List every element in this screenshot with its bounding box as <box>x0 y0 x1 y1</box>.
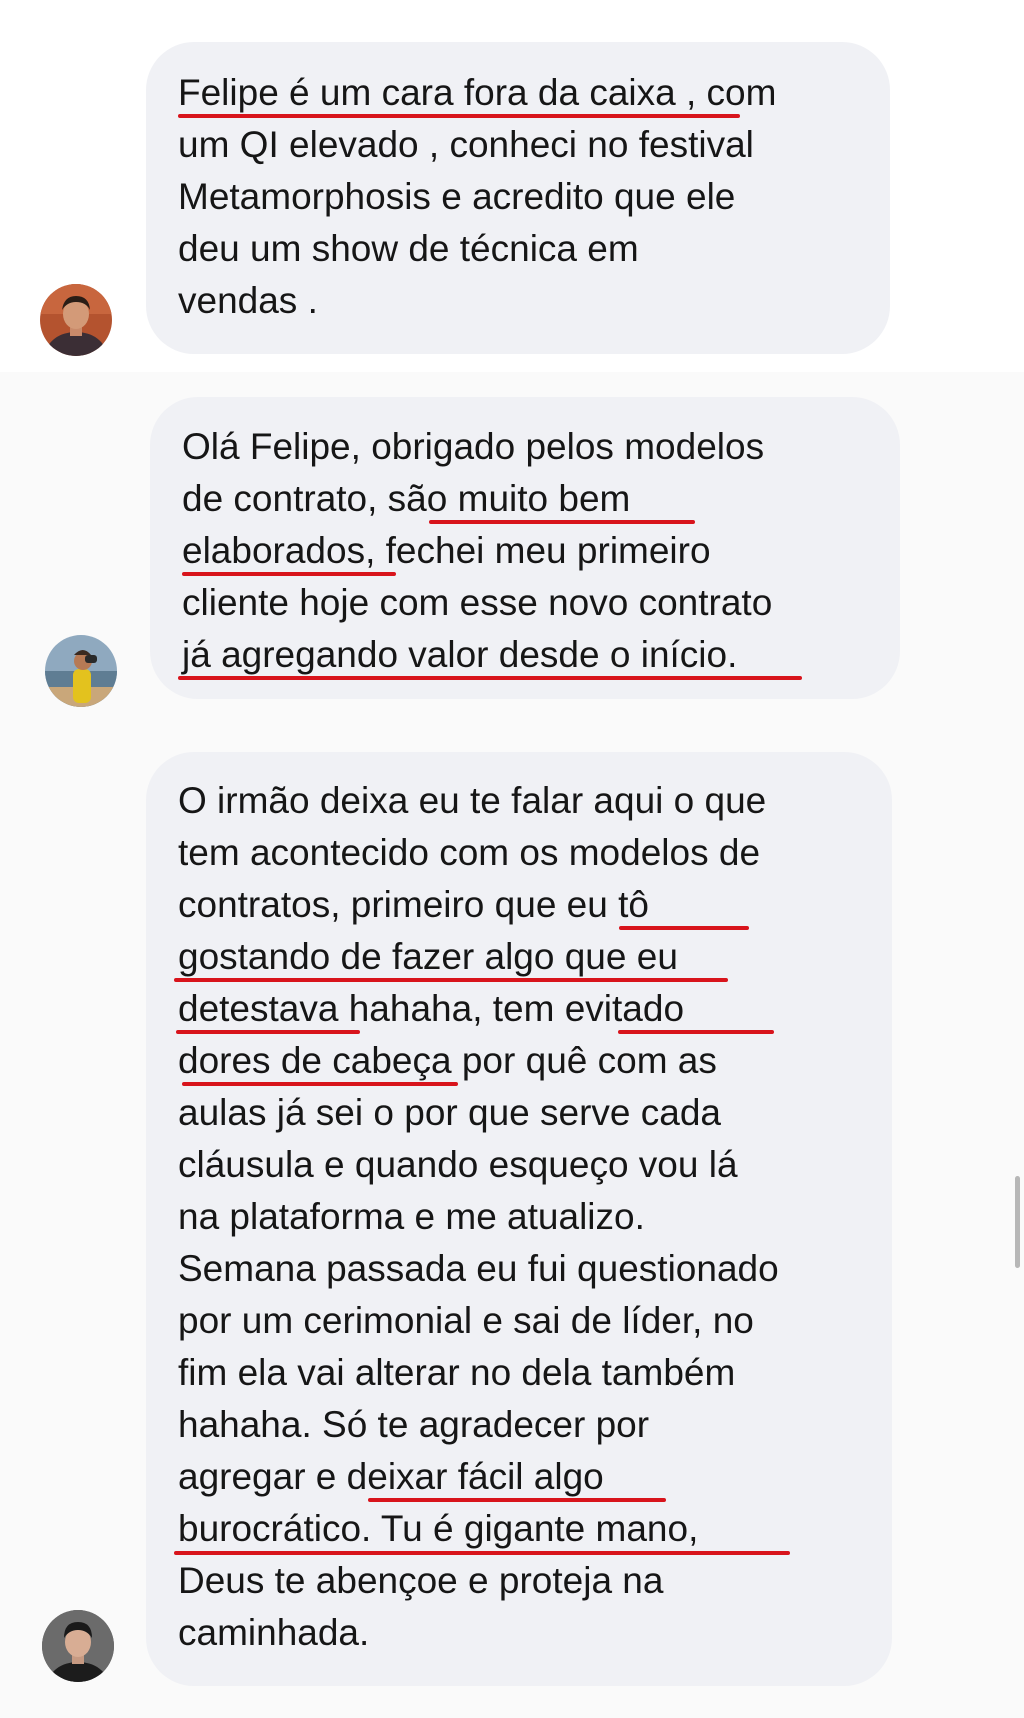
message-line: gostando de fazer algo que eu <box>178 936 678 977</box>
message-text-1: Felipe é um cara fora da caixa , com um … <box>178 67 890 327</box>
scrollbar-thumb[interactable] <box>1015 1176 1020 1268</box>
underline-mark <box>182 1082 458 1086</box>
message-line: cliente hoje com esse novo contrato <box>182 582 773 623</box>
message-line: por um cerimonial e sai de líder, no <box>178 1300 754 1341</box>
message-line: Semana passada eu fui questionado <box>178 1248 779 1289</box>
message-line: burocrático. Tu é gigante mano, <box>178 1508 699 1549</box>
person-beach-binoculars-icon <box>45 635 117 707</box>
underline-mark <box>619 926 749 930</box>
underline-mark <box>618 1030 774 1034</box>
message-line: Olá Felipe, obrigado pelos modelos <box>182 426 765 467</box>
message-line: vendas . <box>178 280 318 321</box>
message-bubble-2: Olá Felipe, obrigado pelos modelos de co… <box>150 397 900 699</box>
message-line: agregar e deixar fácil algo <box>178 1456 604 1497</box>
message-line: detestava hahaha, tem evitado <box>178 988 685 1029</box>
message-line: elaborados, fechei meu primeiro <box>182 530 711 571</box>
message-line: Felipe é um cara fora da caixa , com <box>178 67 890 119</box>
message-line: deu um show de técnica em <box>178 228 639 269</box>
message-line: um QI elevado , conheci no festival <box>178 124 754 165</box>
message-line: Deus te abençoe e proteja na <box>178 1560 664 1601</box>
underline-mark <box>174 1551 790 1555</box>
message-line: O irmão deixa eu te falar aqui o que <box>178 780 767 821</box>
underline-mark <box>178 676 802 680</box>
message-line: na plataforma e me atualizo. <box>178 1196 645 1237</box>
avatar-2[interactable] <box>45 635 117 707</box>
person-portrait-icon <box>42 1610 114 1682</box>
underline-mark <box>176 1030 360 1034</box>
message-line: contratos, primeiro que eu tô <box>178 884 649 925</box>
message-line: cláusula e quando esqueço vou lá <box>178 1144 738 1185</box>
avatar-3[interactable] <box>42 1610 114 1682</box>
message-bubble-1: Felipe é um cara fora da caixa , com um … <box>146 42 890 354</box>
message-bubble-3: O irmão deixa eu te falar aqui o que tem… <box>146 752 892 1686</box>
message-line: Metamorphosis e acredito que ele <box>178 176 736 217</box>
underline-mark <box>429 520 695 524</box>
message-line: de contrato, são muito bem <box>182 478 631 519</box>
message-line: fim ela vai alterar no dela também <box>178 1352 736 1393</box>
message-line: dores de cabeça por quê com as <box>178 1040 717 1081</box>
chat-thread: Felipe é um cara fora da caixa , com um … <box>0 0 1024 1718</box>
message-text-2: Olá Felipe, obrigado pelos modelos de co… <box>178 421 900 681</box>
message-line-text: Felipe é um cara fora da caixa , com <box>178 72 777 113</box>
message-line: hahaha. Só te agradecer por <box>178 1404 650 1445</box>
underline-mark <box>368 1498 666 1502</box>
message-line: aulas já sei o por que serve cada <box>178 1092 722 1133</box>
person-portrait-icon <box>40 284 112 356</box>
message-line: já agregando valor desde o início. <box>182 634 738 675</box>
underline-mark <box>174 978 728 982</box>
message-line: caminhada. <box>178 1612 370 1653</box>
message-line: tem acontecido com os modelos de <box>178 832 761 873</box>
avatar-1[interactable] <box>40 284 112 356</box>
underline-mark <box>178 114 740 118</box>
underlined-phrase: Felipe é um cara fora da caixa , com <box>178 72 776 113</box>
message-text-3: O irmão deixa eu te falar aqui o que tem… <box>174 775 892 1659</box>
underline-mark <box>182 572 396 576</box>
